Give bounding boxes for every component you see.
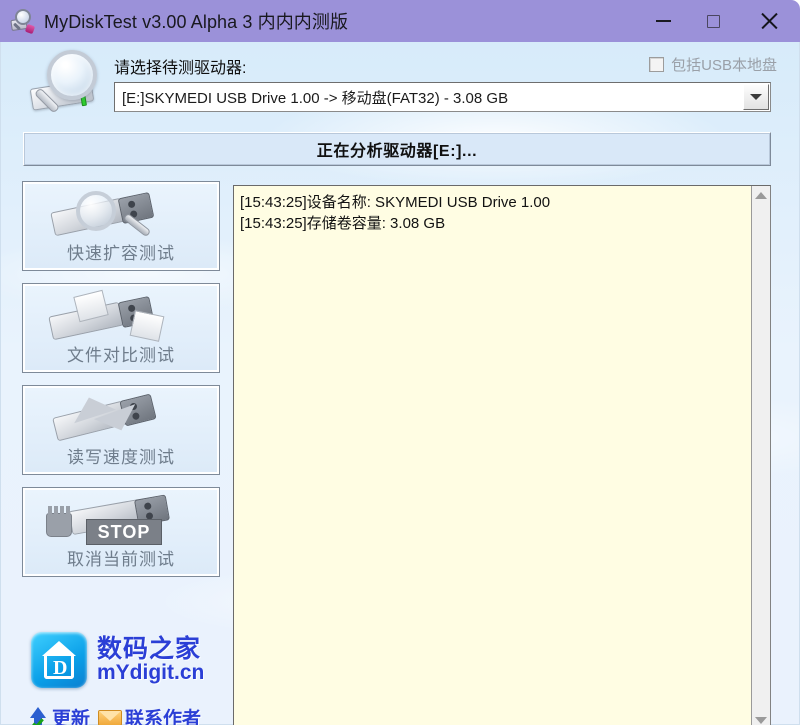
brand-name-cn: 数码之家 bbox=[97, 634, 202, 663]
triangle-up-icon bbox=[755, 192, 767, 199]
app-icon bbox=[10, 8, 36, 35]
window-title: MyDiskTest v3.00 Alpha 3 内内内测版 bbox=[44, 12, 349, 32]
contact-author-link[interactable]: 联系作者 bbox=[98, 704, 201, 725]
minimize-icon bbox=[655, 20, 671, 22]
read-write-speed-test-button[interactable]: 读写速度测试 bbox=[22, 385, 220, 475]
maximize-button[interactable] bbox=[688, 0, 738, 42]
usb-magnifier-icon bbox=[24, 187, 218, 239]
file-compare-test-button[interactable]: 文件对比测试 bbox=[22, 283, 220, 373]
test-buttons-panel: 快速扩容测试 文件对比测试 读写速度测试 STOP 取消当前测试 bbox=[22, 181, 220, 590]
checkbox-box[interactable] bbox=[649, 57, 665, 72]
minimize-button[interactable] bbox=[638, 0, 688, 42]
usb-stop-icon: STOP bbox=[24, 493, 218, 545]
window-controls bbox=[638, 0, 800, 42]
button-label: 读写速度测试 bbox=[67, 448, 175, 467]
triangle-down-icon bbox=[755, 717, 767, 724]
log-text: [15:43:25]设备名称: SKYMEDI USB Drive 1.00 [… bbox=[240, 194, 551, 232]
logo-letter: D bbox=[53, 657, 68, 679]
stop-label: STOP bbox=[97, 521, 151, 542]
log-output[interactable]: [15:43:25]设备名称: SKYMEDI USB Drive 1.00 [… bbox=[233, 185, 771, 725]
envelope-icon bbox=[98, 709, 123, 725]
log-scrollbar[interactable] bbox=[751, 186, 770, 725]
mydigit-house-logo: D bbox=[31, 632, 87, 688]
button-label: 文件对比测试 bbox=[67, 346, 175, 365]
include-local-usb-checkbox[interactable]: 包括USB本地盘 bbox=[649, 54, 777, 75]
cancel-test-button[interactable]: STOP 取消当前测试 bbox=[22, 487, 220, 577]
close-icon bbox=[760, 12, 778, 30]
brand-name-en: mYdigit.cn bbox=[97, 661, 205, 685]
button-label: 快速扩容测试 bbox=[67, 244, 175, 263]
scroll-down-button[interactable] bbox=[752, 711, 771, 725]
select-drive-label: 请选择待测驱动器: bbox=[114, 60, 247, 77]
usb-speed-icon bbox=[24, 390, 218, 443]
update-link[interactable]: 更新 bbox=[27, 704, 90, 725]
title-bar: MyDiskTest v3.00 Alpha 3 内内内测版 bbox=[0, 0, 800, 42]
client-area: 请选择待测驱动器: 包括USB本地盘 [E:]SKYMEDI USB Drive… bbox=[0, 42, 800, 725]
include-local-usb-label: 包括USB本地盘 bbox=[671, 57, 777, 74]
scroll-up-button[interactable] bbox=[752, 186, 771, 205]
status-panel: 正在分析驱动器[E:]... bbox=[23, 132, 771, 166]
maximize-icon bbox=[706, 14, 720, 28]
drive-select-value: [E:]SKYMEDI USB Drive 1.00 -> 移动盘(FAT32)… bbox=[122, 89, 509, 107]
update-arrow-icon bbox=[27, 706, 49, 725]
button-label: 取消当前测试 bbox=[67, 550, 175, 569]
update-link-label: 更新 bbox=[52, 709, 91, 725]
brand-logo-block[interactable]: D 数码之家 mYdigit.cn bbox=[31, 632, 204, 688]
quick-capacity-test-button[interactable]: 快速扩容测试 bbox=[22, 181, 220, 271]
drive-select-dropdown-button[interactable] bbox=[743, 84, 769, 110]
chevron-down-icon bbox=[750, 94, 762, 100]
magnifier-usb-icon bbox=[25, 48, 107, 128]
close-button[interactable] bbox=[738, 0, 800, 42]
usb-files-compare-icon bbox=[24, 289, 218, 342]
footer-links: 更新 联系作者 bbox=[27, 704, 201, 725]
mydisktest-window: MyDiskTest v3.00 Alpha 3 内内内测版 请选择待测驱动器:… bbox=[0, 0, 800, 725]
drive-select[interactable]: [E:]SKYMEDI USB Drive 1.00 -> 移动盘(FAT32)… bbox=[114, 82, 771, 112]
contact-author-link-label: 联系作者 bbox=[125, 709, 202, 725]
status-text: 正在分析驱动器[E:]... bbox=[316, 143, 478, 160]
